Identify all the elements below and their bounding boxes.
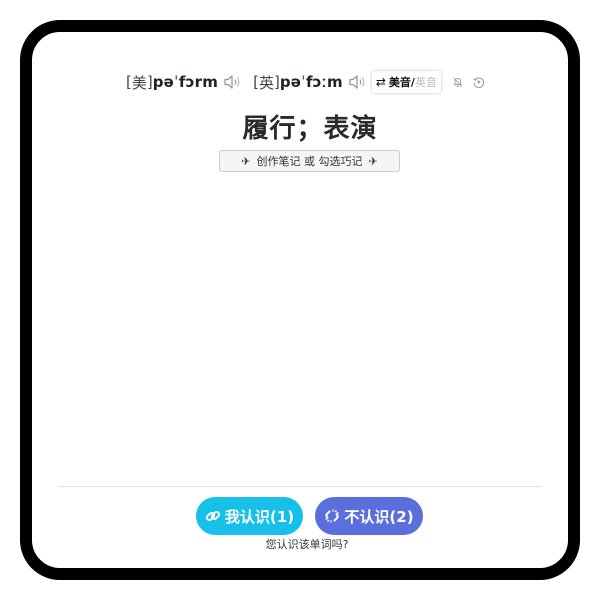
plane-icon: ✈ — [241, 154, 251, 168]
swap-icon: ⇄ — [375, 75, 386, 89]
accent-inactive: 英音 — [414, 76, 437, 89]
phonetics-row: [美] pəˈfɔrm [英] pəˈfɔːm ⇄ 美音 / 英音 — [126, 70, 486, 94]
know-label: 我认识(1) — [224, 507, 295, 526]
know-button[interactable]: 我认识(1) — [196, 497, 303, 535]
us-region: 美 — [131, 73, 147, 92]
plane-icon: ✈ — [368, 154, 378, 168]
accent-toggle[interactable]: ⇄ 美音 / 英音 — [371, 71, 441, 93]
uk-ipa: pəˈfɔːm — [279, 73, 343, 91]
us-phonetic[interactable]: [美] pəˈfɔrm — [126, 72, 243, 93]
unlink-icon — [325, 509, 340, 523]
unknown-button[interactable]: 不认识(2) — [315, 497, 423, 535]
divider — [58, 486, 542, 487]
bell-off-icon[interactable] — [451, 72, 465, 92]
link-icon — [205, 510, 220, 522]
note-button-label: 创作笔记 或 勾选巧记 — [256, 155, 363, 168]
uk-phonetic[interactable]: [英] pəˈfɔːm — [253, 72, 368, 93]
replay-icon[interactable] — [472, 72, 486, 92]
question-text: 您认识该单词吗? — [265, 538, 349, 551]
uk-region: 英 — [258, 73, 274, 92]
speaker-icon[interactable] — [223, 74, 243, 90]
accent-active: 美音 — [388, 76, 411, 89]
phone-frame — [20, 20, 580, 580]
create-note-button[interactable]: ✈ 创作笔记 或 勾选巧记 ✈ — [219, 150, 400, 172]
us-ipa: pəˈfɔrm — [152, 73, 219, 91]
word-meaning: 履行；表演 — [242, 114, 378, 144]
speaker-icon[interactable] — [348, 74, 368, 90]
unknown-label: 不认识(2) — [344, 507, 414, 526]
